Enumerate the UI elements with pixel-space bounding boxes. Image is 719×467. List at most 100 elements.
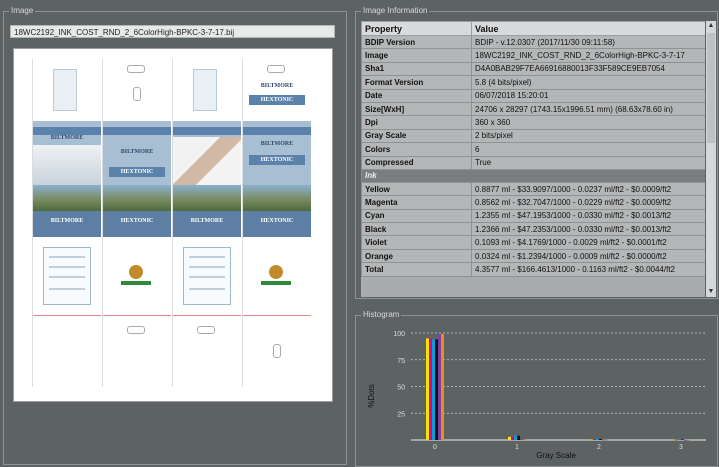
property-key: Image [361,48,472,63]
property-column-header[interactable]: Property [361,21,472,36]
castle-image [33,185,101,211]
brand-logo: BILTMORE [50,218,84,224]
histogram-bar [438,334,441,440]
histogram-bar [520,439,523,440]
brand-logo: BILTMORE [190,218,224,224]
x-tick-label: 1 [515,444,519,451]
property-value: 1.2366 ml - $47.2353/1000 - 0.0330 ml/ft… [471,222,705,237]
dieline-panel-1: BILTMORE BILTMORE [32,59,101,388]
product-logo: HEXTONIC [120,218,154,224]
property-row[interactable]: Colors 6 [361,142,705,157]
property-row[interactable]: Sha1 D4A0BAB29F7EA66916880013F33F589CE9EB… [361,61,705,77]
property-value: 6 [471,142,705,157]
property-row[interactable]: Compressed True [361,155,705,170]
property-key: Magenta [361,195,472,210]
y-tick-label: 100 [393,331,405,338]
property-value: 06/07/2018 15:20:01 [471,88,705,103]
brand-logo: BILTMORE [260,141,294,147]
medal-graphic [269,265,283,279]
dieline-panel-4: BILTMORE HEXTONIC BILTMORE HEXTONIC HEXT… [242,59,311,388]
scroll-up-icon[interactable]: ▲ [706,21,716,31]
histogram-bar [432,339,435,440]
x-tick-label: 0 [433,444,437,451]
dieline-panel-3: BILTMORE [172,59,241,388]
product-logo: HEXTONIC [249,95,305,105]
property-row[interactable]: Magenta 0.8562 ml - $32.7047/1000 - 0.022… [361,195,705,210]
property-key: Dpi [361,115,472,130]
histogram-bar [514,435,517,440]
histogram-bar [590,439,593,440]
property-key: Total [361,262,472,277]
histogram-bar [426,338,429,440]
histogram-bar [523,439,526,440]
property-row[interactable]: Violet 0.1093 ml - $4.1769/1000 - 0.0029 … [361,235,705,250]
property-key: Violet [361,235,472,250]
property-row[interactable]: Orange 0.0324 ml - $1.2394/1000 - 0.0009 … [361,248,705,264]
value-column-header[interactable]: Value [471,21,705,36]
y-axis-label: %Dots [367,384,376,408]
property-value: 4.3577 ml - $166.4613/1000 - 0.1163 ml/f… [471,262,705,277]
property-row[interactable]: Format Version 5.8 (4 bits/pixel) [361,75,705,90]
image-information-panel: Image Information Property Value BDIP Ve… [355,6,718,299]
property-row[interactable]: Date 06/07/2018 15:20:01 [361,88,705,103]
property-value: 18WC2192_INK_COST_RND_2_6ColorHigh-BPKC-… [471,48,705,63]
histogram-bar [678,439,681,440]
property-value: 0.0324 ml - $1.2394/1000 - 0.0009 ml/ft2… [471,248,705,264]
property-value: 5.8 (4 bits/pixel) [471,75,705,90]
property-row[interactable]: Yellow 0.8877 ml - $33.9097/1000 - 0.0237… [361,181,705,197]
histogram-bar [508,436,511,440]
histogram-bar [429,338,432,440]
histogram-bar [441,334,444,440]
property-row[interactable]: Black 1.2366 ml - $47.2353/1000 - 0.0330 … [361,222,705,237]
property-value: 0.8877 ml - $33.9097/1000 - 0.0237 ml/ft… [471,181,705,197]
brand-logo: BILTMORE [120,149,154,155]
pillow-image [33,145,101,185]
histogram-bar [596,438,599,440]
property-row[interactable]: Gray Scale 2 bits/pixel [361,128,705,144]
property-key: Colors [361,142,472,157]
property-row[interactable]: Dpi 360 x 360 [361,115,705,130]
property-value: 2 bits/pixel [471,128,705,144]
property-value: 1.2355 ml - $47.1953/1000 - 0.0330 ml/ft… [471,208,705,224]
x-tick-label: 3 [679,444,683,451]
property-row[interactable]: Cyan 1.2355 ml - $47.1953/1000 - 0.0330 m… [361,208,705,224]
property-row[interactable]: Total 4.3577 ml - $166.4613/1000 - 0.1163… [361,262,705,277]
scroll-down-icon[interactable]: ▼ [706,287,716,297]
histogram-bar [681,439,684,440]
property-row[interactable]: Size[WxH] 24706 x 28297 (1743.15x1996.51 … [361,101,705,117]
histogram-bar [687,439,690,441]
x-tick-label: 2 [597,444,601,451]
tag-graphic [53,69,77,111]
castle-image [103,185,171,211]
property-value: BDIP - v.12.0307 (2017/11/30 09:11:58) [471,34,705,50]
product-logo: HEXTONIC [249,155,305,165]
scrollbar-thumb[interactable] [707,33,715,143]
y-tick-label: 75 [397,358,405,365]
property-row[interactable]: Image 18WC2192_INK_COST_RND_2_6ColorHigh-… [361,48,705,63]
property-key: Cyan [361,208,472,224]
histogram-bar [602,439,605,441]
medal-graphic [129,265,143,279]
histogram-bar [675,439,678,441]
property-key: Yellow [361,181,472,197]
property-value: True [471,155,705,170]
histogram-bar [605,439,608,441]
image-filename-field[interactable]: 18WC2192_INK_COST_RND_2_6ColorHigh-BPKC-… [10,25,335,38]
product-logo: HEXTONIC [260,218,294,224]
histogram-chart: 25 50 75 100 0 1 2 3 Gray Scale %Dots [367,331,706,460]
ink-section-label: Ink [361,168,705,183]
property-key: Sha1 [361,61,472,77]
property-row[interactable]: BDIP Version BDIP - v.12.0307 (2017/11/30… [361,34,705,50]
histogram-bar [599,438,602,440]
y-tick-label: 50 [397,385,405,392]
tag-graphic [193,69,217,111]
property-grid-scrollbar[interactable]: ▲ ▼ [706,21,716,297]
property-grid[interactable]: Property Value BDIP Version BDIP - v.12.0… [361,21,705,297]
ink-section-header[interactable]: Ink [361,168,705,183]
property-value: D4A0BAB29F7EA66916880013F33F589CE9EB7054 [471,61,705,77]
brand-logo: BILTMORE [260,83,294,89]
histogram-bar [511,436,514,440]
product-logo: HEXTONIC [109,167,165,177]
histogram-bar [593,439,596,440]
image-preview[interactable]: BILTMORE BILTMORE BILTMORE HEXTONIC HEXT… [13,48,333,402]
